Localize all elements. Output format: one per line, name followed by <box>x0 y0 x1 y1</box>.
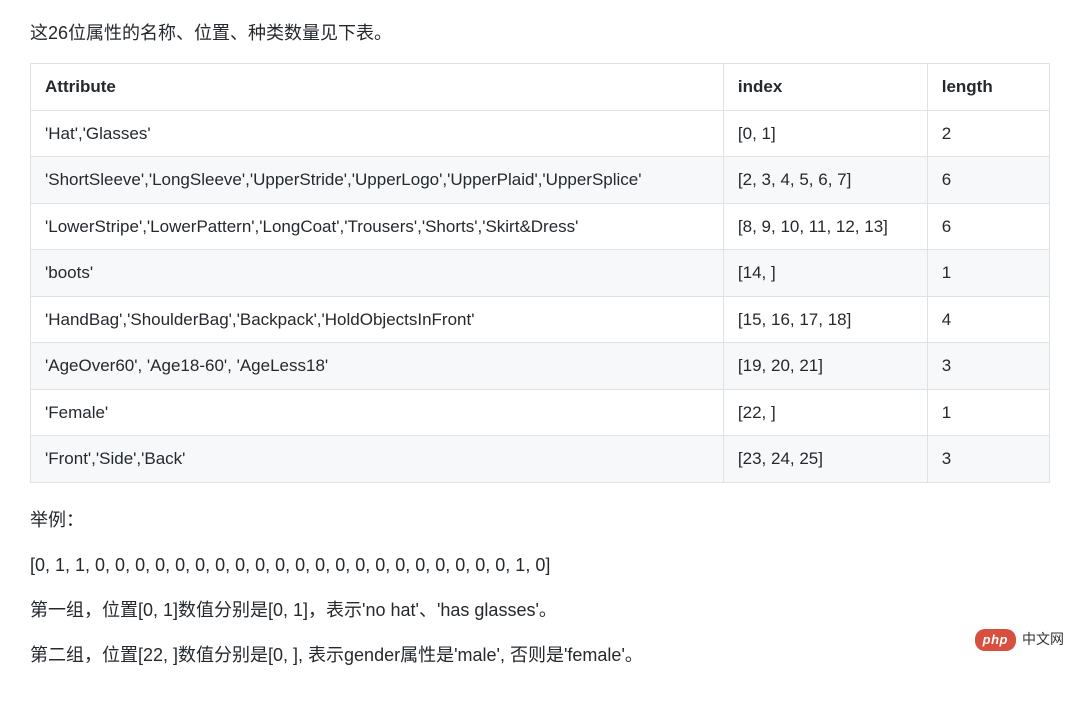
cell-length: 6 <box>927 157 1049 204</box>
table-row: 'LowerStripe','LowerPattern','LongCoat',… <box>31 203 1050 250</box>
watermark: php 中文网 <box>975 629 1064 651</box>
cell-attribute: 'boots' <box>31 250 724 297</box>
example-group2: 第二组，位置[22, ]数值分别是[0, ], 表示gender属性是'male… <box>30 642 1050 669</box>
header-attribute: Attribute <box>31 64 724 111</box>
header-index: index <box>723 64 927 111</box>
intro-text: 这26位属性的名称、位置、种类数量见下表。 <box>30 20 1050 47</box>
attributes-table: Attribute index length 'Hat','Glasses' [… <box>30 63 1050 483</box>
cell-length: 1 <box>927 250 1049 297</box>
cell-attribute: 'Front','Side','Back' <box>31 436 724 483</box>
example-label: 举例： <box>30 507 1050 534</box>
example-vector: [0, 1, 1, 0, 0, 0, 0, 0, 0, 0, 0, 0, 0, … <box>30 552 1050 579</box>
cell-index: [22, ] <box>723 389 927 436</box>
header-length: length <box>927 64 1049 111</box>
cell-length: 1 <box>927 389 1049 436</box>
cell-index: [19, 20, 21] <box>723 343 927 390</box>
watermark-badge: php <box>975 629 1016 651</box>
table-row: 'ShortSleeve','LongSleeve','UpperStride'… <box>31 157 1050 204</box>
table-row: 'Female' [22, ] 1 <box>31 389 1050 436</box>
table-row: 'AgeOver60', 'Age18-60', 'AgeLess18' [19… <box>31 343 1050 390</box>
cell-attribute: 'AgeOver60', 'Age18-60', 'AgeLess18' <box>31 343 724 390</box>
watermark-text: 中文网 <box>1022 629 1064 650</box>
example-group1: 第一组，位置[0, 1]数值分别是[0, 1]，表示'no hat'、'has … <box>30 597 1050 624</box>
cell-index: [14, ] <box>723 250 927 297</box>
cell-length: 3 <box>927 436 1049 483</box>
cell-length: 3 <box>927 343 1049 390</box>
cell-index: [2, 3, 4, 5, 6, 7] <box>723 157 927 204</box>
cell-length: 4 <box>927 296 1049 343</box>
cell-index: [15, 16, 17, 18] <box>723 296 927 343</box>
table-row: 'HandBag','ShoulderBag','Backpack','Hold… <box>31 296 1050 343</box>
cell-index: [8, 9, 10, 11, 12, 13] <box>723 203 927 250</box>
cell-length: 2 <box>927 110 1049 157</box>
table-row: 'boots' [14, ] 1 <box>31 250 1050 297</box>
cell-index: [23, 24, 25] <box>723 436 927 483</box>
cell-attribute: 'ShortSleeve','LongSleeve','UpperStride'… <box>31 157 724 204</box>
cell-attribute: 'Female' <box>31 389 724 436</box>
cell-index: [0, 1] <box>723 110 927 157</box>
table-row: 'Front','Side','Back' [23, 24, 25] 3 <box>31 436 1050 483</box>
cell-length: 6 <box>927 203 1049 250</box>
cell-attribute: 'Hat','Glasses' <box>31 110 724 157</box>
table-header-row: Attribute index length <box>31 64 1050 111</box>
cell-attribute: 'LowerStripe','LowerPattern','LongCoat',… <box>31 203 724 250</box>
table-row: 'Hat','Glasses' [0, 1] 2 <box>31 110 1050 157</box>
cell-attribute: 'HandBag','ShoulderBag','Backpack','Hold… <box>31 296 724 343</box>
